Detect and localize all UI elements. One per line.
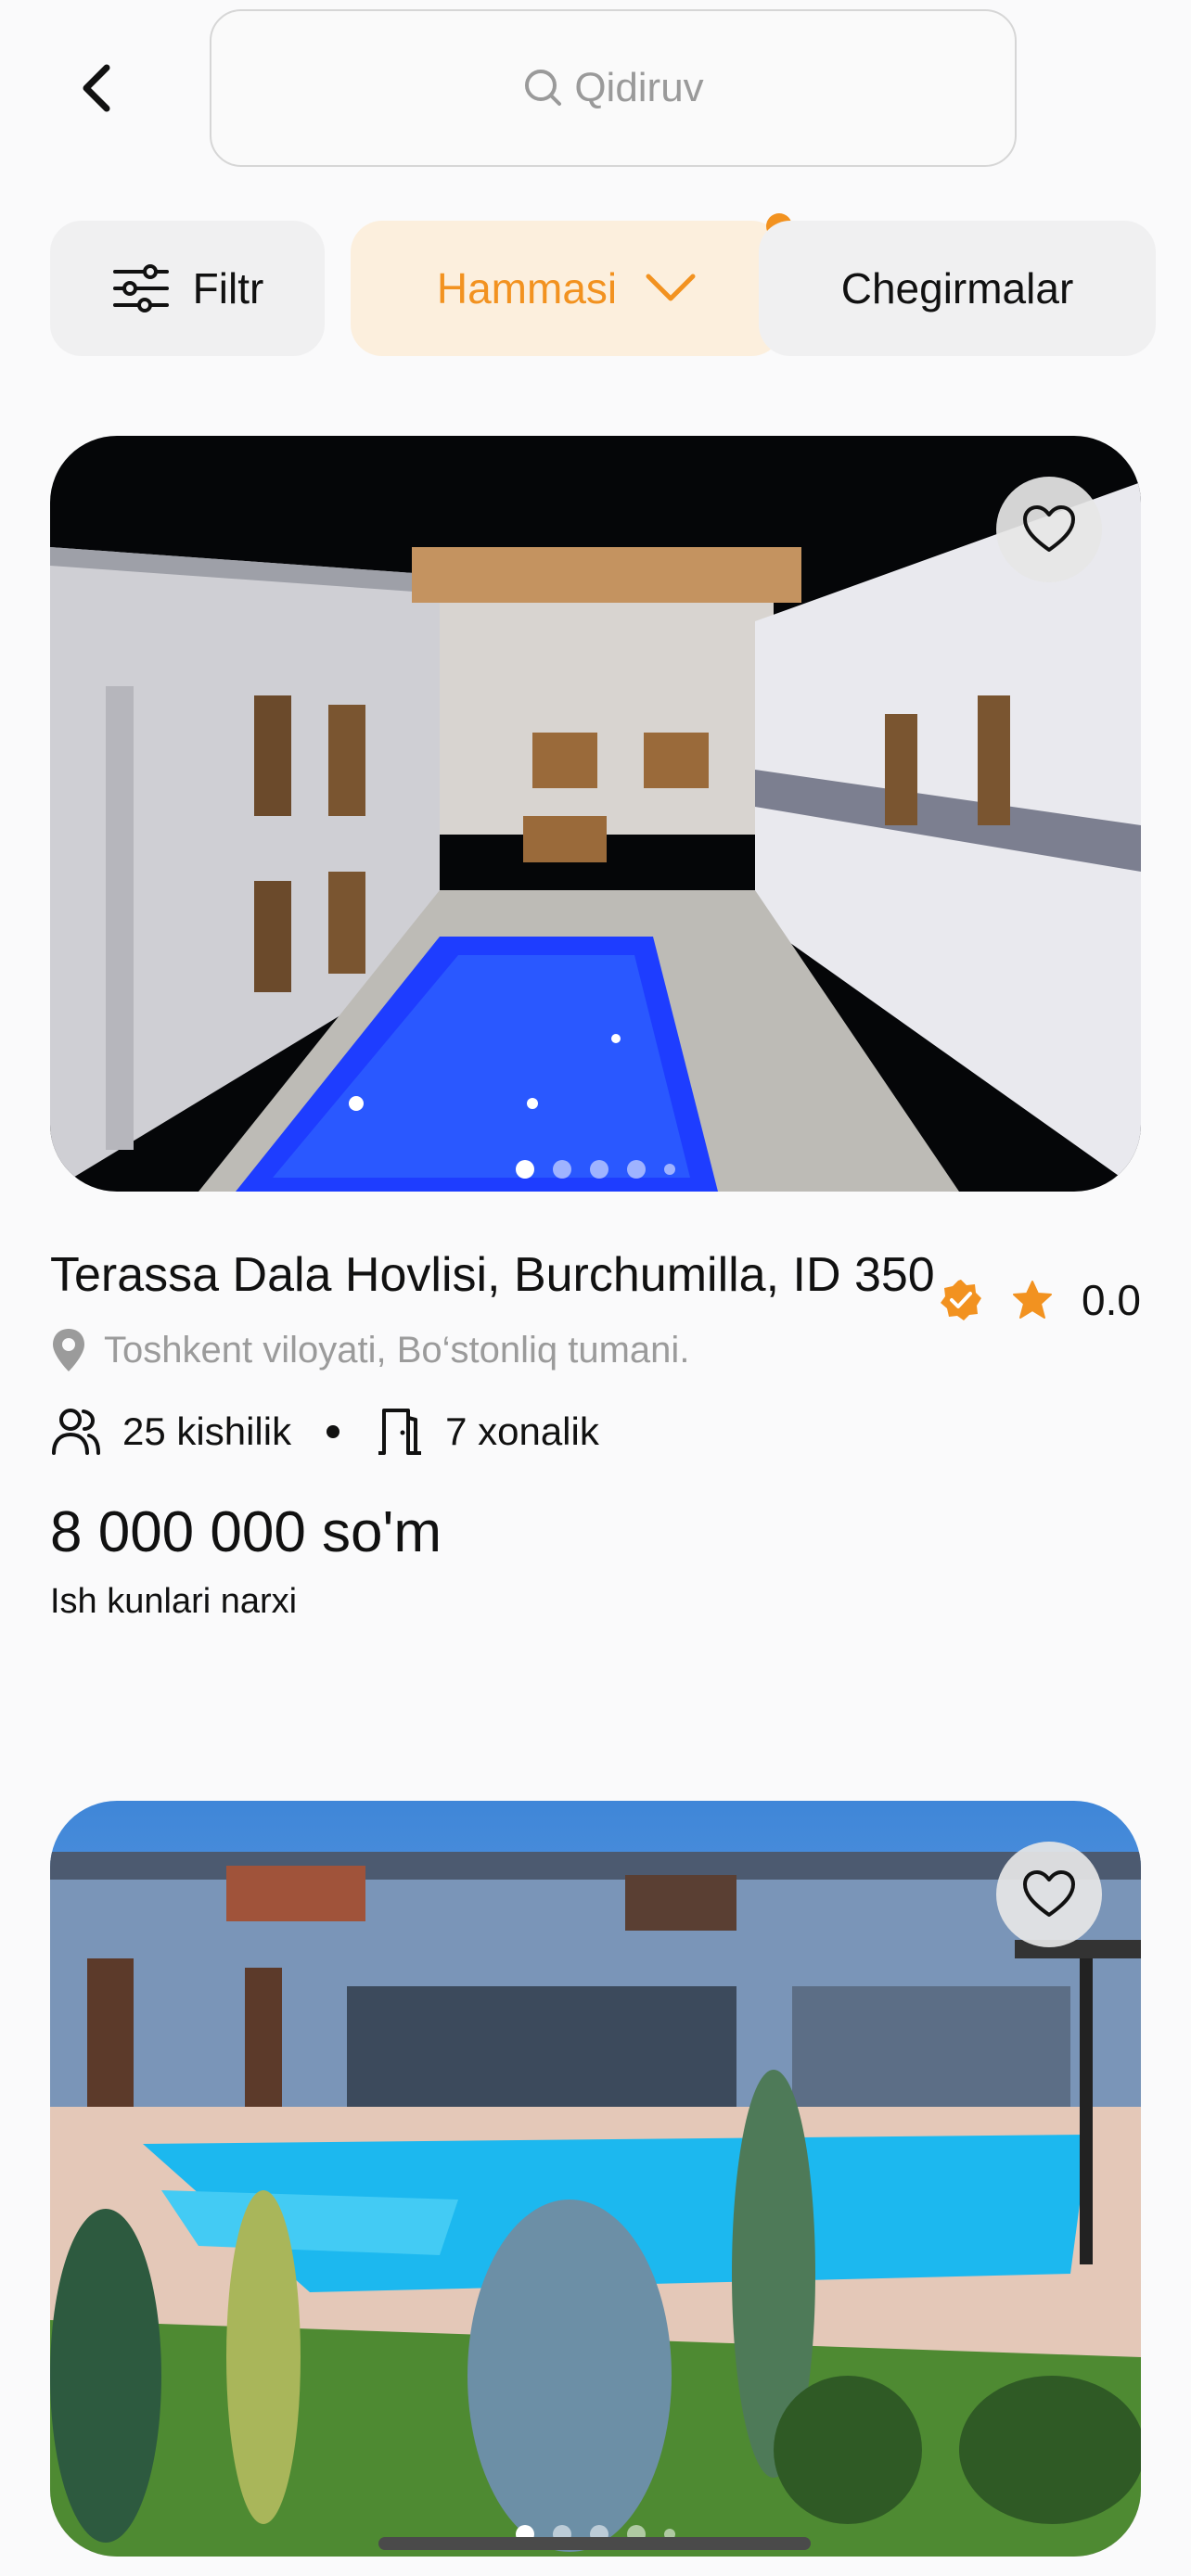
back-button[interactable] bbox=[65, 56, 130, 121]
favorite-button[interactable] bbox=[996, 1842, 1102, 1947]
listing-title-row: Terassa Dala Hovlisi, Burchumilla, ID 35… bbox=[50, 1240, 1141, 1324]
address-text: Toshkent viloyati, Bo‘stonliq tumani. bbox=[104, 1329, 690, 1371]
listing-card[interactable]: Terassa Dala Hovlisi, Burchumilla, ID 35… bbox=[50, 436, 1141, 1622]
rooms-info: 7 xonalik bbox=[375, 1407, 599, 1457]
pagination-dot bbox=[627, 1160, 646, 1179]
search-icon bbox=[525, 70, 562, 106]
listing-card[interactable] bbox=[50, 1801, 1141, 2557]
rooms-text: 7 xonalik bbox=[445, 1409, 599, 1453]
pagination-dot bbox=[516, 1160, 534, 1179]
capacity-text: 25 kishilik bbox=[122, 1409, 292, 1453]
heart-icon bbox=[1023, 1870, 1075, 1917]
pagination-dot bbox=[664, 1164, 675, 1175]
capacity-info: 25 kishilik bbox=[50, 1407, 291, 1457]
favorite-button[interactable] bbox=[996, 477, 1102, 582]
search-input[interactable]: Qidiruv bbox=[210, 9, 1017, 167]
pagination-dot bbox=[553, 1160, 571, 1179]
top-bar: Qidiruv bbox=[0, 0, 1191, 185]
rating-value: 0.0 bbox=[1082, 1276, 1141, 1324]
verified-badge-icon bbox=[941, 1280, 982, 1320]
pagination-dot bbox=[590, 1160, 608, 1179]
heart-icon bbox=[1023, 505, 1075, 552]
sliders-icon bbox=[112, 264, 169, 312]
discounts-button[interactable]: Chegirmalar bbox=[759, 221, 1156, 356]
villa-day-photo bbox=[50, 1801, 1141, 2557]
home-indicator[interactable] bbox=[378, 2537, 811, 2550]
location-pin-icon bbox=[53, 1329, 84, 1371]
door-icon bbox=[378, 1409, 422, 1455]
listing-image[interactable] bbox=[50, 436, 1141, 1192]
listing-title: Terassa Dala Hovlisi, Burchumilla, ID 35… bbox=[50, 1248, 935, 1302]
discounts-label: Chegirmalar bbox=[840, 264, 1074, 312]
filter-chips: Filtr Hammasi Chegirmalar bbox=[50, 213, 1156, 356]
arrow-left-icon bbox=[83, 64, 110, 112]
category-label: Hammasi bbox=[436, 264, 618, 312]
price-note: Ish kunlari narxi bbox=[50, 1582, 298, 1621]
listing-image[interactable] bbox=[50, 1801, 1141, 2557]
star-icon bbox=[1013, 1281, 1053, 1319]
rating-box: 0.0 bbox=[939, 1275, 1141, 1325]
meta-separator bbox=[327, 1425, 340, 1438]
users-icon bbox=[52, 1409, 100, 1455]
listing-address: Toshkent viloyati, Bo‘stonliq tumani. bbox=[50, 1327, 1141, 1373]
filter-label: Filtr bbox=[192, 264, 264, 312]
chevron-down-icon bbox=[646, 274, 696, 301]
villa-night-photo bbox=[50, 436, 1141, 1192]
search-placeholder: Qidiruv bbox=[574, 65, 704, 110]
listing-meta: 25 kishilik 7 xonalik bbox=[50, 1407, 1141, 1457]
filter-button[interactable]: Filtr bbox=[50, 221, 325, 356]
category-dropdown[interactable]: Hammasi bbox=[351, 213, 792, 356]
image-pagination bbox=[50, 1160, 1141, 1179]
listing-price: 8 000 000 so'm bbox=[50, 1500, 442, 1564]
